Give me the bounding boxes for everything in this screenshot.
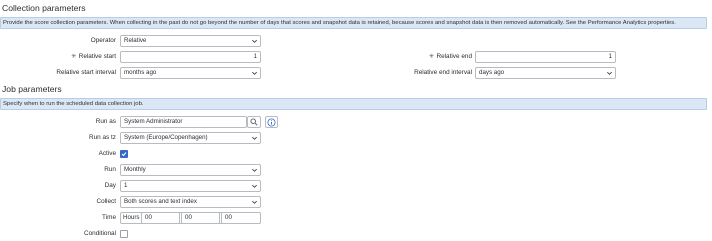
run-value: Monthly xyxy=(124,166,146,173)
time-label: Time xyxy=(102,214,116,221)
run-as-tz-value: System (Europe/Copenhagen) xyxy=(124,134,208,141)
job-parameters-title: Job parameters xyxy=(2,84,62,94)
time-field: Hours 00 00 00 xyxy=(120,212,261,224)
operator-value: Relative xyxy=(124,37,147,44)
chevron-down-icon xyxy=(252,184,257,188)
relative-end-input[interactable]: 1 xyxy=(475,51,616,63)
chevron-down-icon xyxy=(252,168,257,172)
collect-select[interactable]: Both scores and text index xyxy=(120,196,261,208)
relative-start-interval-value: months ago xyxy=(124,69,157,76)
relative-end-interval-value: days ago xyxy=(479,69,505,76)
time-minutes-input[interactable]: 00 xyxy=(181,212,220,224)
conditional-checkbox[interactable] xyxy=(120,230,128,238)
collection-parameters-title: Collection parameters xyxy=(2,3,86,13)
run-as-label: Run as xyxy=(95,118,116,125)
collect-value: Both scores and text index xyxy=(124,198,197,205)
chevron-down-icon xyxy=(252,39,257,43)
collect-label: Collect xyxy=(96,198,116,205)
required-marker: ✳ xyxy=(428,54,434,60)
time-hours-input[interactable]: 00 xyxy=(141,212,180,224)
checkmark-icon xyxy=(121,152,127,157)
info-icon xyxy=(267,118,276,126)
search-icon xyxy=(250,118,258,126)
run-as-lookup-button[interactable] xyxy=(247,116,261,128)
operator-select[interactable]: Relative xyxy=(120,35,261,47)
relative-end-label: ✳ Relative end xyxy=(380,51,472,63)
chevron-down-icon xyxy=(252,200,257,204)
run-as-tz-label: Run as tz xyxy=(89,134,116,141)
run-select[interactable]: Monthly xyxy=(120,164,261,176)
collection-info-message: Provide the score collection parameters.… xyxy=(0,17,707,29)
day-select[interactable]: 1 xyxy=(120,180,261,192)
relative-end-interval-label: Relative end interval xyxy=(414,69,472,76)
day-value: 1 xyxy=(124,182,128,189)
active-label: Active xyxy=(98,150,116,157)
relative-start-interval-select[interactable]: months ago xyxy=(120,67,261,79)
relative-end-interval-select[interactable]: days ago xyxy=(475,67,616,79)
active-checkbox[interactable] xyxy=(120,150,128,158)
run-as-tz-select[interactable]: System (Europe/Copenhagen) xyxy=(120,132,261,144)
conditional-label: Conditional xyxy=(84,230,116,237)
time-hours-label: Hours xyxy=(123,214,140,221)
relative-start-input[interactable]: 1 xyxy=(120,51,261,63)
chevron-down-icon xyxy=(252,136,257,140)
chevron-down-icon xyxy=(607,71,612,75)
required-marker: ✳ xyxy=(71,54,77,60)
job-info-message: Specify when to run the scheduled data c… xyxy=(0,98,707,110)
run-as-info-button[interactable] xyxy=(265,116,278,128)
relative-start-interval-label: Relative start interval xyxy=(56,69,116,76)
relative-start-label: ✳ Relative start xyxy=(40,51,116,63)
day-label: Day xyxy=(104,182,116,189)
run-as-input[interactable]: System Administrator xyxy=(120,116,247,128)
chevron-down-icon xyxy=(252,71,257,75)
time-seconds-input[interactable]: 00 xyxy=(221,212,261,224)
run-label: Run xyxy=(104,166,116,173)
operator-label: Operator xyxy=(90,37,116,44)
